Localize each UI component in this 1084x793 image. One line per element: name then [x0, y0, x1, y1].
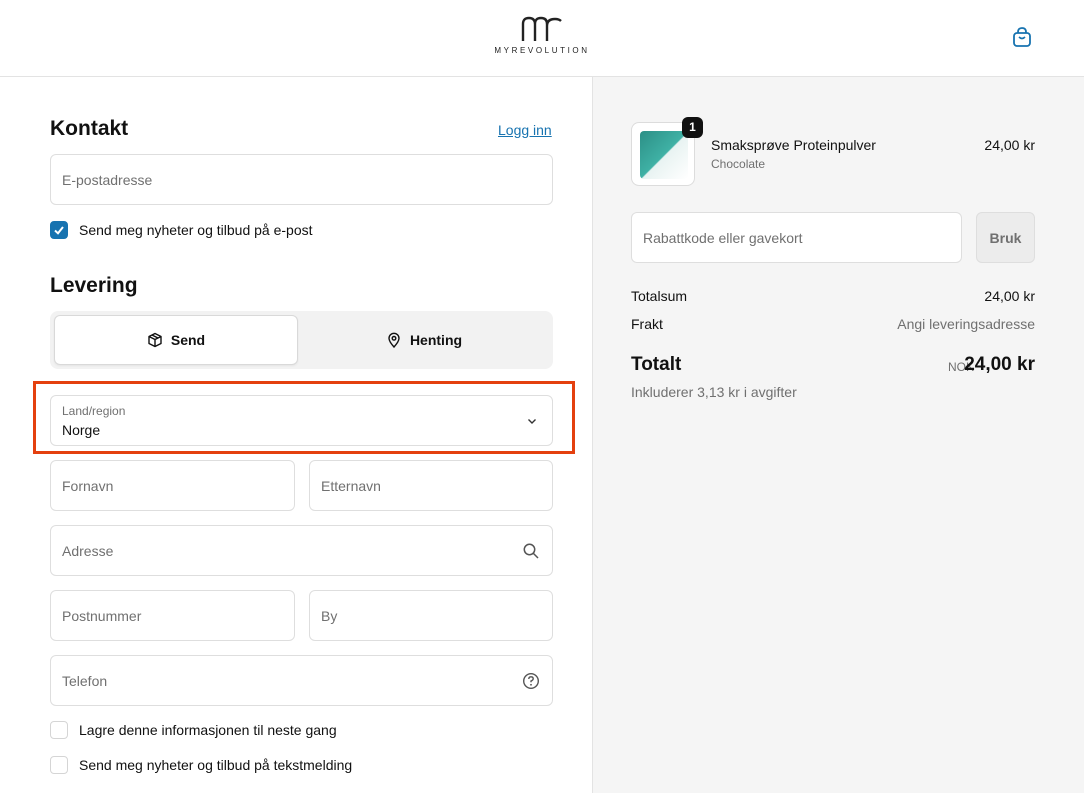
ship-option-label: Send [170, 332, 206, 348]
discount-code-field[interactable]: Rabattkode eller gavekort [631, 212, 962, 263]
delivery-method-toggle: Send Henting [50, 311, 553, 369]
delivery-title: Levering [50, 274, 138, 297]
first-name-placeholder: Fornavn [62, 478, 114, 494]
product-price: 24,00 kr [984, 137, 1035, 153]
sms-newsletter-label: Send meg nyheter og tilbud på tekstmeldi… [79, 757, 353, 773]
city-field[interactable]: By [309, 590, 553, 641]
address-field[interactable]: Adresse [50, 525, 553, 576]
last-name-placeholder: Etternavn [321, 478, 381, 494]
country-label: Land/region [62, 404, 126, 418]
ship-option-button[interactable]: Send [54, 315, 298, 365]
pickup-option-label: Henting [409, 332, 463, 348]
chevron-down-icon [528, 419, 536, 424]
shipping-row: Frakt Angi leveringsadresse [631, 316, 1035, 332]
header: MYREVOLUTION [0, 0, 1084, 77]
login-link[interactable]: Logg inn [498, 122, 552, 138]
postcode-field[interactable]: Postnummer [50, 590, 295, 641]
sms-newsletter-checkbox[interactable] [50, 756, 68, 774]
newsletter-email-label: Send meg nyheter og tilbud på e-post [79, 222, 313, 238]
apply-discount-button[interactable]: Bruk [976, 212, 1035, 263]
newsletter-email-checkbox[interactable] [50, 221, 68, 239]
brand-logo[interactable]: MYREVOLUTION [490, 16, 594, 58]
country-select[interactable]: Land/region Norge [50, 395, 553, 446]
shipping-label: Frakt [631, 316, 663, 332]
product-variant: Chocolate [711, 157, 766, 171]
last-name-field[interactable]: Etternavn [309, 460, 553, 511]
discount-placeholder: Rabattkode eller gavekort [643, 230, 803, 246]
search-icon[interactable] [522, 542, 540, 560]
subtotal-value: 24,00 kr [984, 288, 1035, 304]
shopping-bag-icon[interactable] [1011, 26, 1033, 48]
quantity-badge: 1 [682, 117, 703, 138]
contact-title: Kontakt [50, 117, 129, 140]
subtotal-row: Totalsum 24,00 kr [631, 288, 1035, 304]
pickup-option-button[interactable]: Henting [302, 315, 546, 365]
first-name-field[interactable]: Fornavn [50, 460, 295, 511]
email-placeholder: E-postadresse [62, 172, 153, 188]
product-name: Smaksprøve Proteinpulver [711, 137, 876, 153]
product-thumbnail: 1 [631, 117, 703, 186]
brand-name: MYREVOLUTION [494, 46, 590, 55]
checkout-form: Kontakt Logg inn E-postadresse Send meg … [0, 77, 592, 793]
phone-placeholder: Telefon [62, 673, 108, 689]
save-info-label: Lagre denne informasjonen til neste gang [79, 722, 337, 738]
save-info-row[interactable]: Lagre denne informasjonen til neste gang [50, 721, 450, 741]
map-pin-icon [388, 332, 400, 348]
postcode-placeholder: Postnummer [62, 608, 142, 624]
sms-newsletter-row[interactable]: Send meg nyheter og tilbud på tekstmeldi… [50, 756, 450, 776]
total-value: 24,00 kr [964, 354, 1035, 375]
product-image [640, 131, 688, 179]
checkmark-icon [54, 226, 64, 235]
subtotal-label: Totalsum [631, 288, 688, 304]
save-info-checkbox[interactable] [50, 721, 68, 739]
address-placeholder: Adresse [62, 543, 114, 559]
order-summary: 1 Smaksprøve Proteinpulver Chocolate 24,… [592, 77, 1084, 793]
tax-note: Inkluderer 3,13 kr i avgifter [631, 384, 797, 400]
help-icon[interactable] [522, 672, 540, 690]
total-label: Totalt [631, 354, 682, 375]
package-icon [148, 332, 162, 348]
brand-logo-mark [521, 16, 562, 41]
newsletter-email-row[interactable]: Send meg nyheter og tilbud på e-post [50, 221, 450, 241]
country-value: Norge [62, 422, 101, 438]
shipping-value: Angi leveringsadresse [897, 316, 1035, 332]
email-field[interactable]: E-postadresse [50, 154, 553, 205]
city-placeholder: By [321, 608, 338, 624]
phone-field[interactable]: Telefon [50, 655, 553, 706]
cart-item: 1 Smaksprøve Proteinpulver Chocolate 24,… [631, 117, 1035, 188]
